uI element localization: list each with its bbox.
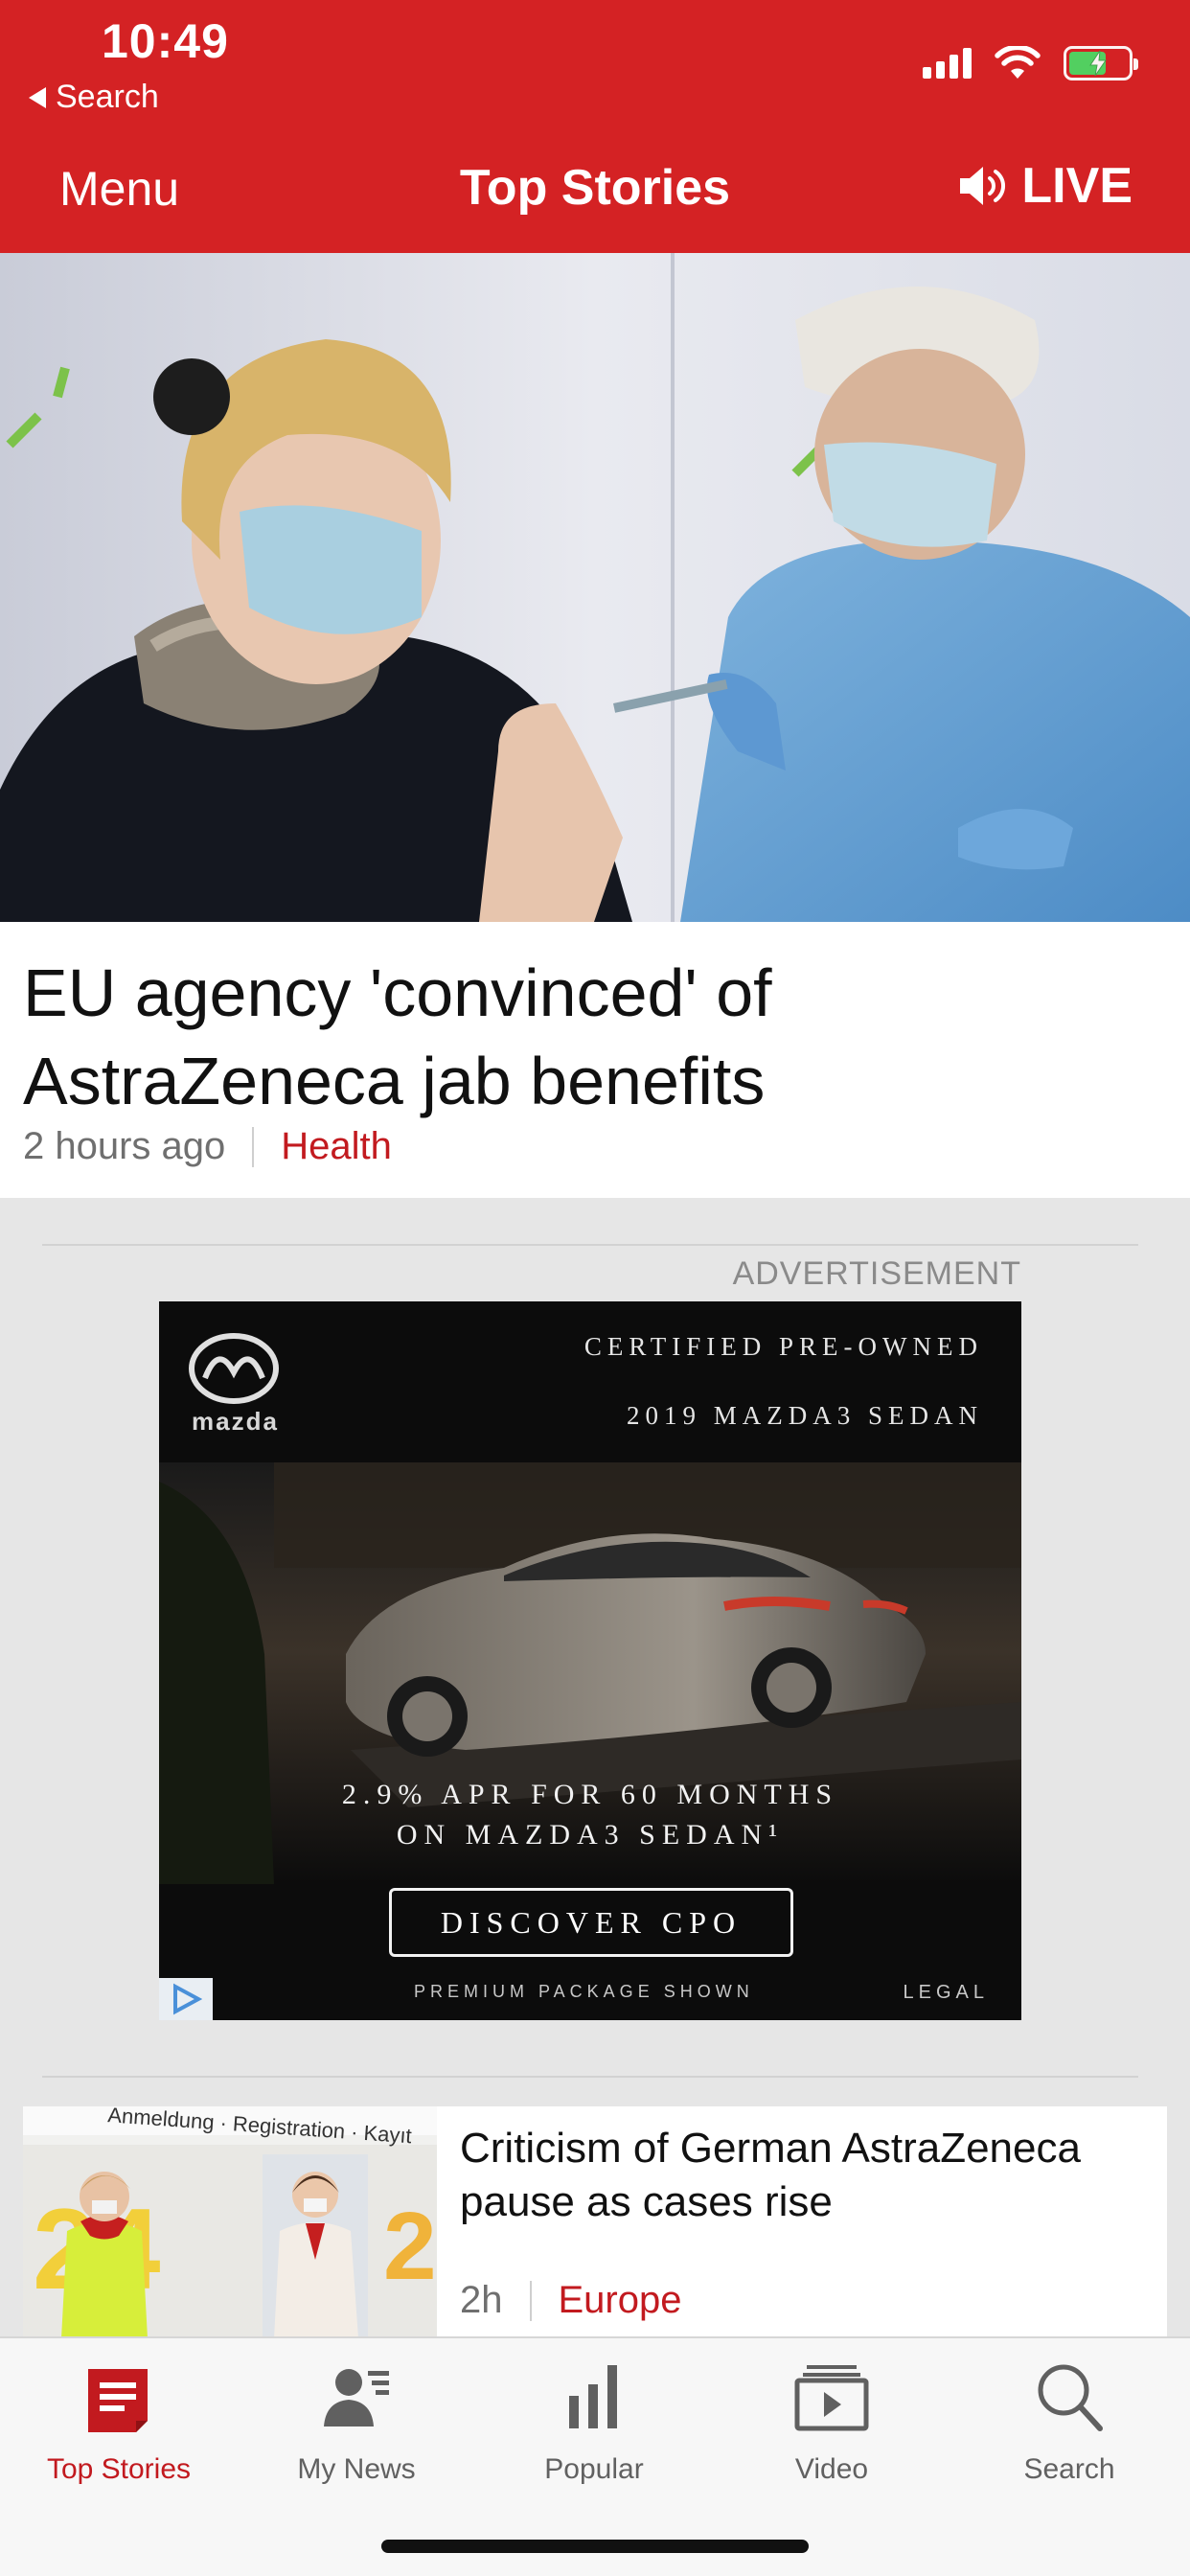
tab-popular[interactable]: Popular (475, 2352, 713, 2496)
tab-top-stories[interactable]: Top Stories (0, 2352, 238, 2496)
tab-label: Video (794, 2453, 869, 2485)
tab-video[interactable]: Video (713, 2352, 950, 2496)
battery-icon (1064, 46, 1138, 80)
person-list-icon (324, 2369, 389, 2426)
back-to-search-link[interactable]: Search (29, 79, 159, 116)
hero-image[interactable] (0, 253, 1190, 922)
tab-label: Search (1023, 2453, 1115, 2485)
live-label: LIVE (1021, 158, 1133, 214)
bar-chart-icon (569, 2365, 617, 2428)
tab-search[interactable]: Search (950, 2352, 1188, 2496)
cellular-signal-icon (923, 48, 972, 79)
meta-separator (529, 2280, 532, 2321)
story-meta: 2h Europe (460, 2279, 681, 2322)
back-link-label: Search (56, 79, 159, 115)
wifi-icon (995, 46, 1041, 79)
thumb-number-right: 25 (383, 2193, 437, 2300)
app-screen: 10:49 Search Menu Top Stories LIVE EU ag… (0, 0, 1190, 2576)
ad-headline-2: 2019 MAZDA3 SEDAN (627, 1401, 983, 1430)
home-indicator[interactable] (381, 2540, 809, 2553)
newspaper-icon (88, 2369, 148, 2432)
ad-brand-wordmark: mazda (192, 1407, 279, 1436)
back-arrow-icon (29, 86, 46, 108)
meta-separator (252, 1126, 255, 1167)
ad-offer-text: 2.9% APR FOR 60 MONTHS ON MAZDA3 SEDAN¹ (159, 1775, 1021, 1855)
advertisement-banner[interactable]: mazda CERTIFIED PRE-OWNED 2019 MAZDA3 SE… (159, 1301, 1021, 2020)
hero-story-card[interactable]: EU agency 'convinced' of AstraZeneca jab… (0, 922, 1190, 1198)
status-time: 10:49 (102, 14, 229, 68)
tab-label: Popular (544, 2453, 644, 2485)
ad-legal-link[interactable]: LEGAL (904, 1982, 989, 2004)
story-thumbnail[interactable]: Anmeldung · Registration · Kayıt 24 25 (23, 2106, 437, 2338)
search-icon (1038, 2364, 1103, 2431)
ad-top-divider (42, 1244, 1138, 1246)
ad-label: ADVERTISEMENT (732, 1255, 1021, 1292)
hero-timestamp: 2 hours ago (23, 1125, 226, 1167)
live-button[interactable]: LIVE (956, 157, 1133, 215)
tab-label: Top Stories (46, 2453, 192, 2485)
ad-footnote: PREMIUM PACKAGE SHOWN (414, 1982, 754, 2001)
ad-headline-1: CERTIFIED PRE-OWNED (584, 1332, 983, 1361)
story-headline[interactable]: Criticism of German AstraZeneca pause as… (460, 2122, 1150, 2229)
hero-headline[interactable]: EU agency 'convinced' of AstraZeneca jab… (23, 949, 1154, 1125)
story-timestamp: 2h (460, 2279, 503, 2321)
status-icons (923, 46, 1138, 80)
tab-my-news[interactable]: My News (238, 2352, 475, 2496)
ad-bottom-divider (42, 2076, 1138, 2078)
story-list-item[interactable]: Anmeldung · Registration · Kayıt 24 25 C… (23, 2106, 1167, 2338)
hero-meta: 2 hours ago Health (23, 1125, 392, 1168)
video-icon (794, 2365, 869, 2431)
hero-category-link[interactable]: Health (281, 1125, 392, 1168)
ad-offer-line-1: 2.9% APR FOR 60 MONTHS (341, 1779, 839, 1810)
speaker-icon (960, 167, 1006, 205)
adchoices-icon[interactable] (159, 1978, 213, 2020)
story-category-link[interactable]: Europe (559, 2279, 682, 2322)
ad-cta-button[interactable]: DISCOVER CPO (389, 1888, 793, 1957)
top-bar: 10:49 Search Menu Top Stories LIVE (0, 0, 1190, 253)
ad-offer-line-2: ON MAZDA3 SEDAN¹ (396, 1819, 785, 1851)
tab-label: My News (297, 2453, 416, 2485)
bottom-tab-bar: Top Stories My News Popular Video Search (0, 2336, 1190, 2576)
